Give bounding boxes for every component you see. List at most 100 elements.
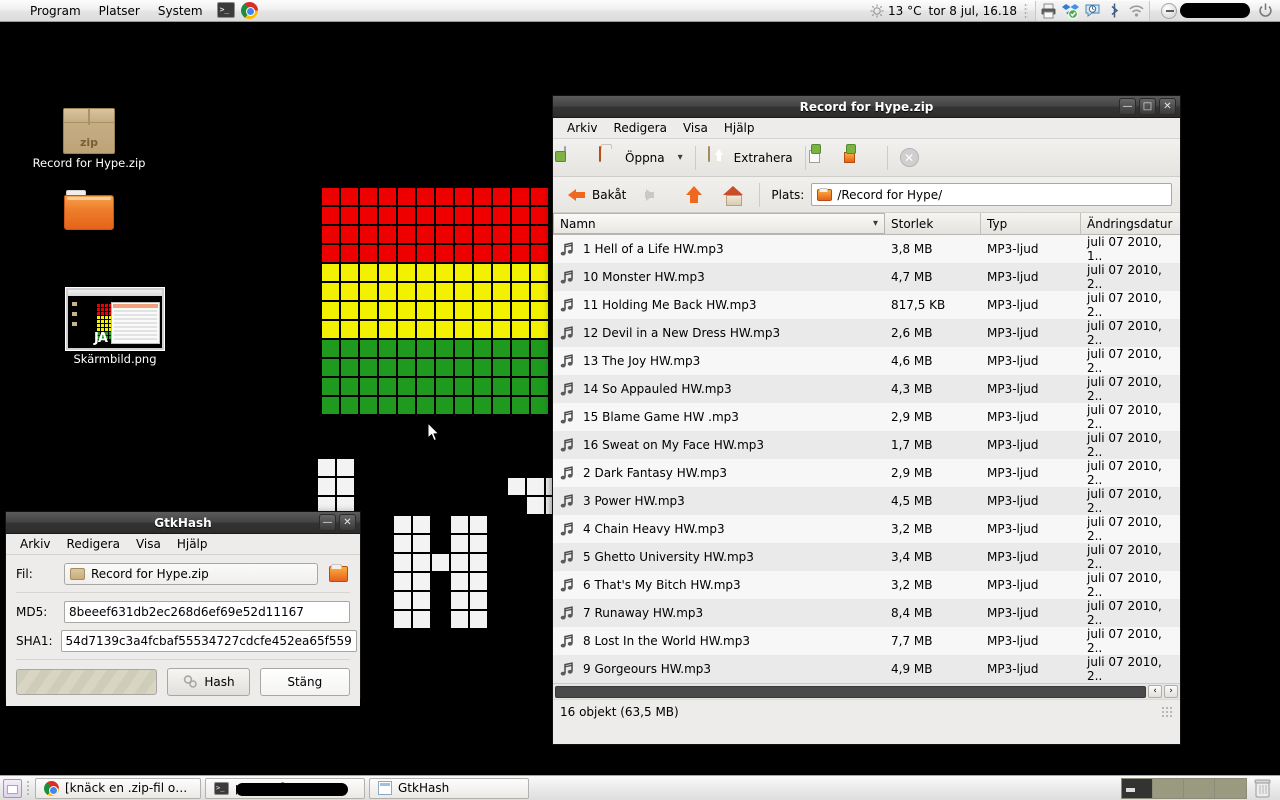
printer-icon[interactable] <box>1040 2 1057 19</box>
wallpaper-grid-cell <box>341 226 358 243</box>
trash-icon[interactable] <box>1253 778 1272 798</box>
wallpaper-grid-cell <box>341 359 358 376</box>
gtkhash-menu-hjalp[interactable]: Hjälp <box>169 535 216 553</box>
open-button[interactable]: Öppna <box>594 144 670 172</box>
top-panel: Program Platser System >_ <box>0 0 1280 22</box>
file-list[interactable]: 1 Hell of a Life HW.mp33,8 MBMP3-ljudjul… <box>553 235 1180 683</box>
wallpaper-grid-cell <box>341 188 358 205</box>
table-row[interactable]: 2 Dark Fantasy HW.mp32,9 MBMP3-ljudjuli … <box>553 459 1180 487</box>
column-header-namn[interactable]: Namn ▾ <box>553 213 885 234</box>
gtkhash-menu-arkiv[interactable]: Arkiv <box>12 535 59 553</box>
workspace-4[interactable] <box>1215 779 1246 798</box>
panel-menu-system[interactable]: System <box>158 4 203 18</box>
location-entry[interactable]: /Record for Hype/ <box>811 183 1172 206</box>
wallpaper-pixel-block <box>394 535 411 552</box>
back-button[interactable]: Bakåt <box>561 182 631 208</box>
hscroll-thumb[interactable] <box>555 686 1146 698</box>
new-archive-button[interactable] <box>559 144 591 172</box>
workspace-1[interactable] <box>1122 779 1153 798</box>
add-files-button[interactable] <box>813 144 845 172</box>
logout-icon[interactable] <box>1161 3 1177 19</box>
cell-namn: 6 That's My Bitch HW.mp3 <box>553 577 885 594</box>
task-button-gtkhash[interactable]: GtkHash <box>369 778 529 799</box>
task-button-terminal[interactable]: >_ ptop: ~] <box>205 778 365 799</box>
gtkhash-file-row: Fil: Record for Hype.zip <box>16 563 350 585</box>
desktop-icon-folder[interactable] <box>30 190 148 233</box>
table-row[interactable]: 3 Power HW.mp34,5 MBMP3-ljudjuli 07 2010… <box>553 487 1180 515</box>
gtkhash-minimize-button[interactable]: — <box>319 514 336 531</box>
wallpaper-grid-cell <box>493 226 510 243</box>
show-desktop-button[interactable] <box>3 779 22 798</box>
column-header-typ[interactable]: Typ <box>981 213 1081 234</box>
clock-label[interactable]: tor 8 jul, 16.18 <box>929 4 1018 18</box>
network-icon[interactable] <box>1128 2 1145 19</box>
gtkhash-titlebar[interactable]: GtkHash — ✕ <box>6 512 360 534</box>
table-row[interactable]: 16 Sweat on My Face HW.mp31,7 MBMP3-ljud… <box>553 431 1180 459</box>
menu-redigera[interactable]: Redigera <box>606 119 675 137</box>
table-row[interactable]: 6 That's My Bitch HW.mp33,2 MBMP3-ljudju… <box>553 571 1180 599</box>
gtkhash-menu-redigera[interactable]: Redigera <box>59 535 128 553</box>
gtkhash-menu-visa[interactable]: Visa <box>128 535 169 553</box>
wallpaper-grid-cell <box>379 378 396 395</box>
table-row[interactable]: 12 Devil in a New Dress HW.mp32,6 MBMP3-… <box>553 319 1180 347</box>
home-button[interactable] <box>716 182 748 208</box>
close-button[interactable]: ✕ <box>1159 98 1176 115</box>
stop-button[interactable]: ✕ <box>895 145 924 170</box>
chrome-icon[interactable] <box>241 2 259 20</box>
up-button[interactable] <box>677 182 709 208</box>
menu-arkiv[interactable]: Arkiv <box>559 119 606 137</box>
table-row[interactable]: 7 Runaway HW.mp38,4 MBMP3-ljudjuli 07 20… <box>553 599 1180 627</box>
extract-button[interactable]: Extrahera <box>703 144 798 172</box>
maximize-button[interactable]: □ <box>1139 98 1156 115</box>
table-row[interactable]: 15 Blame Game HW .mp32,9 MBMP3-ljudjuli … <box>553 403 1180 431</box>
minimize-button[interactable]: — <box>1119 98 1136 115</box>
hscroll-left-button[interactable]: ‹ <box>1148 685 1162 698</box>
workspace-3[interactable] <box>1184 779 1215 798</box>
update-manager-icon[interactable] <box>1084 2 1101 19</box>
table-row[interactable]: 10 Monster HW.mp34,7 MBMP3-ljudjuli 07 2… <box>553 263 1180 291</box>
table-row[interactable]: 8 Lost In the World HW.mp37,7 MBMP3-ljud… <box>553 627 1180 655</box>
gtkhash-close-button[interactable]: ✕ <box>339 514 356 531</box>
task-button-chrome[interactable]: [knäck en .zip-fil och ... <box>35 778 201 799</box>
open-dropdown-button[interactable]: ▾ <box>673 149 688 166</box>
wallpaper-grid-cell <box>417 340 434 357</box>
close-dialog-button[interactable]: Stäng <box>260 668 350 696</box>
table-row[interactable]: 14 So Appauled HW.mp34,3 MBMP3-ljudjuli … <box>553 375 1180 403</box>
file-chooser-button[interactable]: Record for Hype.zip <box>64 563 318 585</box>
power-icon[interactable] <box>1257 2 1274 19</box>
bluetooth-icon[interactable] <box>1106 2 1123 19</box>
md5-value-field[interactable]: 8beeef631db2ec268d6ef69e52d11167 <box>64 601 350 623</box>
dropbox-icon[interactable] <box>1062 2 1079 19</box>
table-row[interactable]: 13 The Joy HW.mp34,6 MBMP3-ljudjuli 07 2… <box>553 347 1180 375</box>
user-menu[interactable] <box>1161 3 1250 19</box>
hscroll-right-button[interactable]: › <box>1164 685 1178 698</box>
workspace-2[interactable] <box>1153 779 1184 798</box>
column-header-storlek[interactable]: Storlek <box>885 213 981 234</box>
cell-typ: MP3-ljud <box>981 242 1081 256</box>
open-file-button[interactable] <box>326 563 350 585</box>
column-header-andringsdatur[interactable]: Ändringsdatur <box>1081 213 1180 234</box>
resize-grip[interactable] <box>1161 706 1173 718</box>
table-row[interactable]: 4 Chain Heavy HW.mp33,2 MBMP3-ljudjuli 0… <box>553 515 1180 543</box>
weather-applet[interactable]: 13 °C <box>870 4 921 18</box>
hash-button[interactable]: Hash <box>167 668 249 696</box>
table-row[interactable]: 9 Gorgeours HW.mp34,9 MBMP3-ljudjuli 07 … <box>553 655 1180 683</box>
menu-visa[interactable]: Visa <box>675 119 716 137</box>
file-list-hscrollbar[interactable]: ‹ › <box>553 683 1180 699</box>
workspace-switcher[interactable] <box>1121 778 1247 799</box>
desktop-icon-zip[interactable]: zip Record for Hype.zip <box>30 108 148 170</box>
add-folder-button[interactable] <box>848 144 880 172</box>
panel-menu-program[interactable]: Program <box>30 4 81 18</box>
forward-button[interactable] <box>638 182 670 208</box>
menu-hjalp[interactable]: Hjälp <box>716 119 763 137</box>
desktop-icon-screenshot[interactable]: JA Skärmbild.png <box>56 288 174 366</box>
table-row[interactable]: 1 Hell of a Life HW.mp33,8 MBMP3-ljudjul… <box>553 235 1180 263</box>
terminal-icon[interactable]: >_ <box>217 2 235 20</box>
sha1-value-field[interactable]: 54d7139c3a4fcbaf55534727cdcfe452ea65f559 <box>61 630 357 652</box>
taskbar-grip[interactable] <box>26 780 31 797</box>
file-roller-titlebar[interactable]: Record for Hype.zip — □ ✕ <box>553 96 1180 118</box>
table-row[interactable]: 11 Holding Me Back HW.mp3817,5 KBMP3-lju… <box>553 291 1180 319</box>
panel-menu-platser[interactable]: Platser <box>99 4 140 18</box>
table-row[interactable]: 5 Ghetto University HW.mp33,4 MBMP3-ljud… <box>553 543 1180 571</box>
thumbnail-mini-window <box>111 302 160 344</box>
